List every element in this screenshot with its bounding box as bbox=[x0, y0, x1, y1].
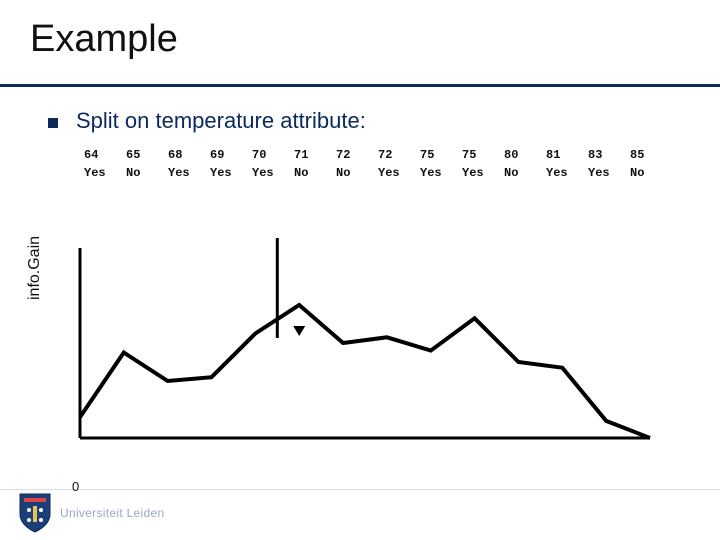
table-cell: Yes bbox=[378, 162, 420, 180]
down-arrow-icon bbox=[293, 326, 305, 336]
slide: Example Split on temperature attribute: … bbox=[0, 0, 720, 540]
table-cell: Yes bbox=[210, 162, 252, 180]
chart bbox=[60, 238, 660, 448]
logo: Universiteit Leiden bbox=[18, 492, 164, 534]
bullet-text: Split on temperature attribute: bbox=[76, 108, 366, 134]
table-cell: 85 bbox=[630, 148, 672, 162]
footer-divider bbox=[0, 489, 720, 490]
bullet-row: Split on temperature attribute: bbox=[48, 108, 690, 134]
data-table: 64 65 68 69 70 71 72 72 75 75 80 81 83 8… bbox=[84, 148, 690, 180]
footer: Universiteit Leiden bbox=[0, 486, 720, 540]
table-cell: 65 bbox=[126, 148, 168, 162]
table-cell: Yes bbox=[84, 162, 126, 180]
title-area: Example bbox=[0, 0, 720, 61]
table-cell: No bbox=[126, 162, 168, 180]
table-cell: Yes bbox=[252, 162, 294, 180]
table-cell: 72 bbox=[378, 148, 420, 162]
table-cell: 81 bbox=[546, 148, 588, 162]
table-cell: No bbox=[630, 162, 672, 180]
table-cell: Yes bbox=[588, 162, 630, 180]
table-cell: 83 bbox=[588, 148, 630, 162]
shield-icon bbox=[18, 492, 52, 534]
title-underline bbox=[0, 84, 720, 87]
table-cell: Yes bbox=[546, 162, 588, 180]
table-cell: 68 bbox=[168, 148, 210, 162]
table-cell: Yes bbox=[420, 162, 462, 180]
table-cell: 75 bbox=[462, 148, 504, 162]
table-cell: 72 bbox=[336, 148, 378, 162]
table-cell: No bbox=[294, 162, 336, 180]
bullet-icon bbox=[48, 118, 58, 128]
table-cell: 75 bbox=[420, 148, 462, 162]
table-cell: Yes bbox=[462, 162, 504, 180]
table-row: 64 65 68 69 70 71 72 72 75 75 80 81 83 8… bbox=[84, 148, 690, 162]
table-cell: 64 bbox=[84, 148, 126, 162]
table-cell: 71 bbox=[294, 148, 336, 162]
table-cell: 80 bbox=[504, 148, 546, 162]
series-line bbox=[80, 305, 650, 438]
table-cell: Yes bbox=[168, 162, 210, 180]
chart-svg bbox=[60, 238, 660, 448]
university-name: Universiteit Leiden bbox=[60, 506, 164, 520]
table-row: Yes No Yes Yes Yes No No Yes Yes Yes No … bbox=[84, 162, 690, 180]
y-axis-label: info.Gain bbox=[26, 236, 44, 300]
table-cell: No bbox=[336, 162, 378, 180]
slide-title: Example bbox=[30, 18, 720, 61]
table-cell: 69 bbox=[210, 148, 252, 162]
table-cell: No bbox=[504, 162, 546, 180]
table-cell: 70 bbox=[252, 148, 294, 162]
content-area: Split on temperature attribute: 64 65 68… bbox=[40, 108, 690, 180]
